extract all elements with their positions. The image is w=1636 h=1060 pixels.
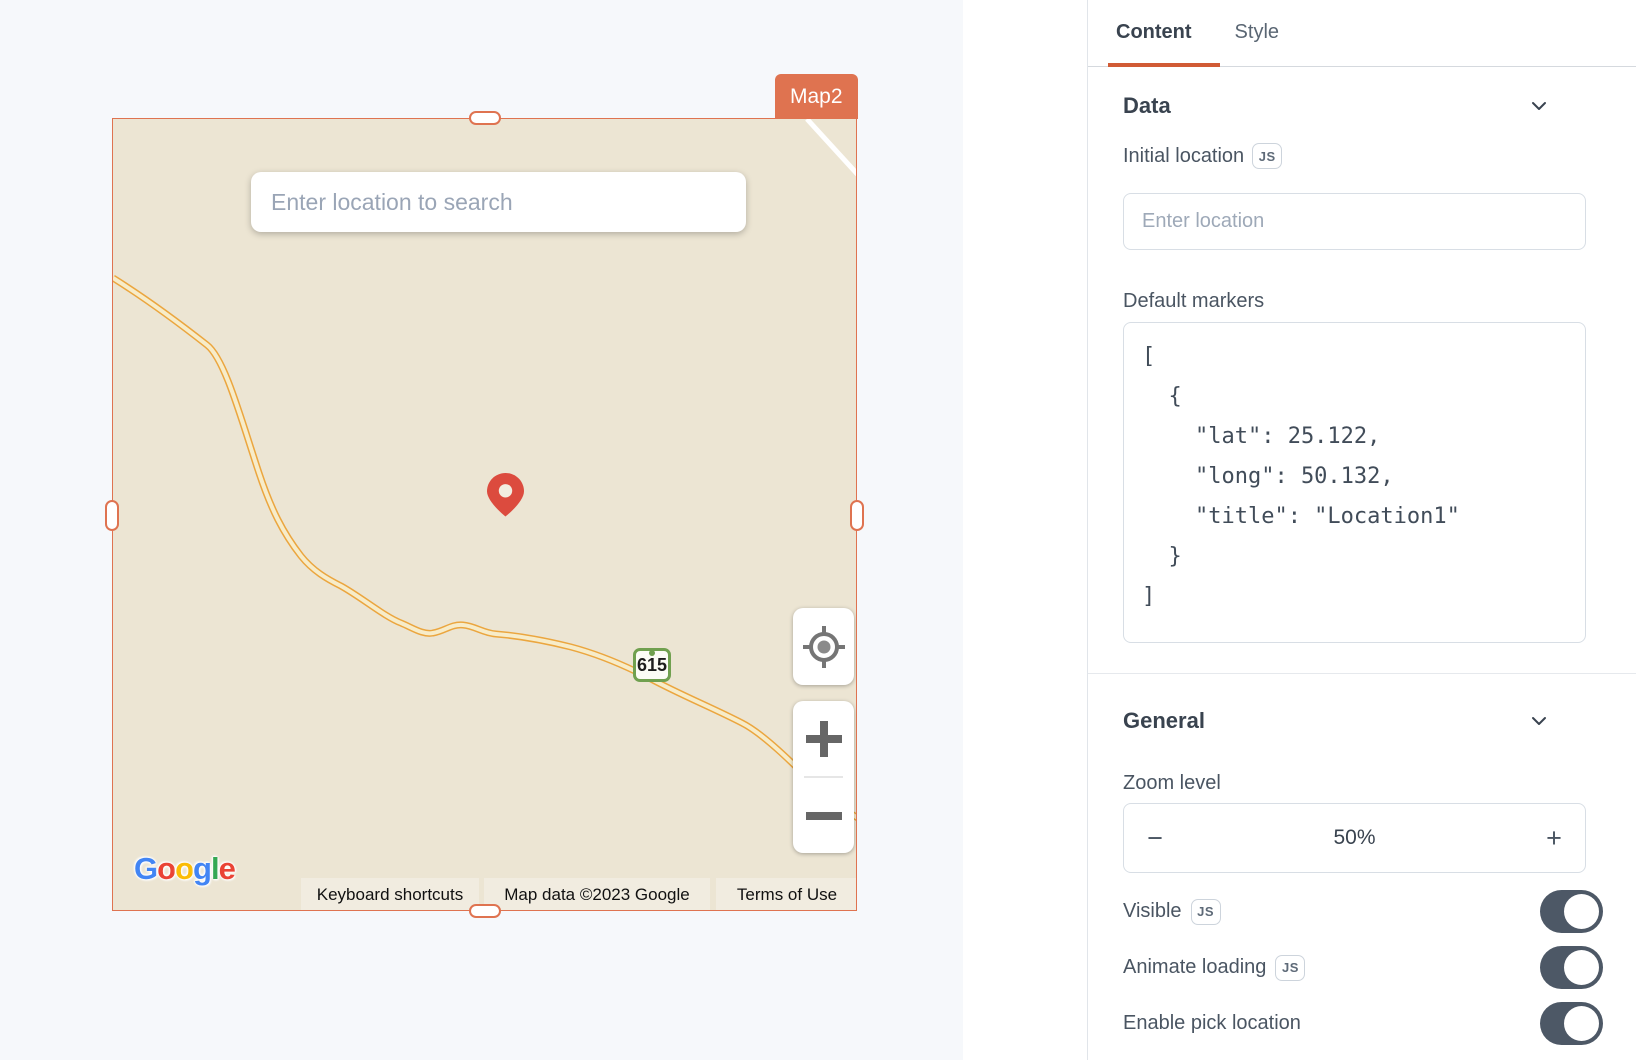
map-location-search-input[interactable] [251, 172, 746, 232]
google-map[interactable]: 615 [113, 119, 856, 910]
js-toggle-badge[interactable]: JS [1252, 143, 1282, 169]
js-toggle-badge[interactable]: JS [1275, 955, 1305, 981]
toggle-knob [1564, 894, 1599, 929]
editor-canvas[interactable]: Map2 615 [0, 0, 963, 1060]
toggle-knob [1564, 1006, 1599, 1041]
section-data: Data Initial location JS Default markers… [1088, 91, 1636, 1045]
animate-loading-row: Animate loading JS [1123, 946, 1603, 989]
visible-toggle[interactable] [1540, 890, 1603, 933]
zoom-decrease-button[interactable]: − [1124, 823, 1186, 854]
zoom-level-label: Zoom level [1123, 772, 1221, 795]
map-zoom-out-button[interactable] [793, 778, 854, 853]
plus-icon [806, 721, 842, 757]
enable-pick-location-toggle[interactable] [1540, 1002, 1603, 1045]
js-toggle-badge[interactable]: JS [1191, 899, 1221, 925]
visible-label: Visible [1123, 900, 1182, 923]
tab-content[interactable]: Content [1116, 0, 1192, 67]
route-shield: 615 [633, 648, 671, 682]
keyboard-shortcuts-link[interactable]: Keyboard shortcuts [301, 878, 479, 910]
animate-loading-toggle[interactable] [1540, 946, 1603, 989]
map-zoom-control [793, 701, 854, 853]
my-location-button[interactable] [793, 608, 854, 685]
zoom-increase-button[interactable]: + [1523, 823, 1585, 854]
my-location-icon [801, 624, 847, 670]
tab-style[interactable]: Style [1235, 0, 1279, 67]
zoom-level-stepper: − 50% + [1123, 803, 1586, 873]
map-widget[interactable]: Map2 615 [112, 118, 857, 911]
terms-of-use-link[interactable]: Terms of Use [716, 878, 856, 910]
toggle-knob [1564, 950, 1599, 985]
enable-pick-location-row: Enable pick location [1123, 1002, 1603, 1045]
map-data-copyright: Map data ©2023 Google [484, 878, 710, 910]
minus-icon [806, 812, 842, 820]
resize-handle-top[interactable] [469, 111, 501, 125]
visible-row: Visible JS [1123, 890, 1603, 933]
property-pane-tabs: Content Style [1088, 0, 1636, 67]
resize-handle-bottom[interactable] [469, 904, 501, 918]
widget-name-tag[interactable]: Map2 [775, 74, 858, 119]
chevron-down-icon[interactable] [1528, 710, 1550, 732]
enable-pick-location-label: Enable pick location [1123, 1012, 1301, 1035]
data-section-title: Data [1123, 93, 1171, 119]
map-roads [113, 119, 856, 910]
zoom-level-value: 50% [1186, 826, 1523, 850]
default-markers-code-editor[interactable]: [ { "lat": 25.122, "long": 50.132, "titl… [1123, 322, 1586, 643]
route-shield-dot [649, 650, 655, 656]
general-section-title: General [1123, 708, 1205, 734]
resize-handle-right[interactable] [850, 500, 864, 531]
chevron-down-icon[interactable] [1528, 95, 1550, 117]
map-marker-pin[interactable] [487, 473, 524, 517]
map-zoom-in-button[interactable] [793, 701, 854, 776]
property-pane: Content Style Data Initial location JS D… [1087, 0, 1636, 1060]
animate-loading-label: Animate loading [1123, 956, 1266, 979]
initial-location-label: Initial location [1123, 145, 1244, 168]
initial-location-input[interactable] [1123, 193, 1586, 250]
default-markers-label: Default markers [1123, 290, 1264, 313]
section-divider [1088, 673, 1636, 674]
resize-handle-left[interactable] [105, 500, 119, 531]
